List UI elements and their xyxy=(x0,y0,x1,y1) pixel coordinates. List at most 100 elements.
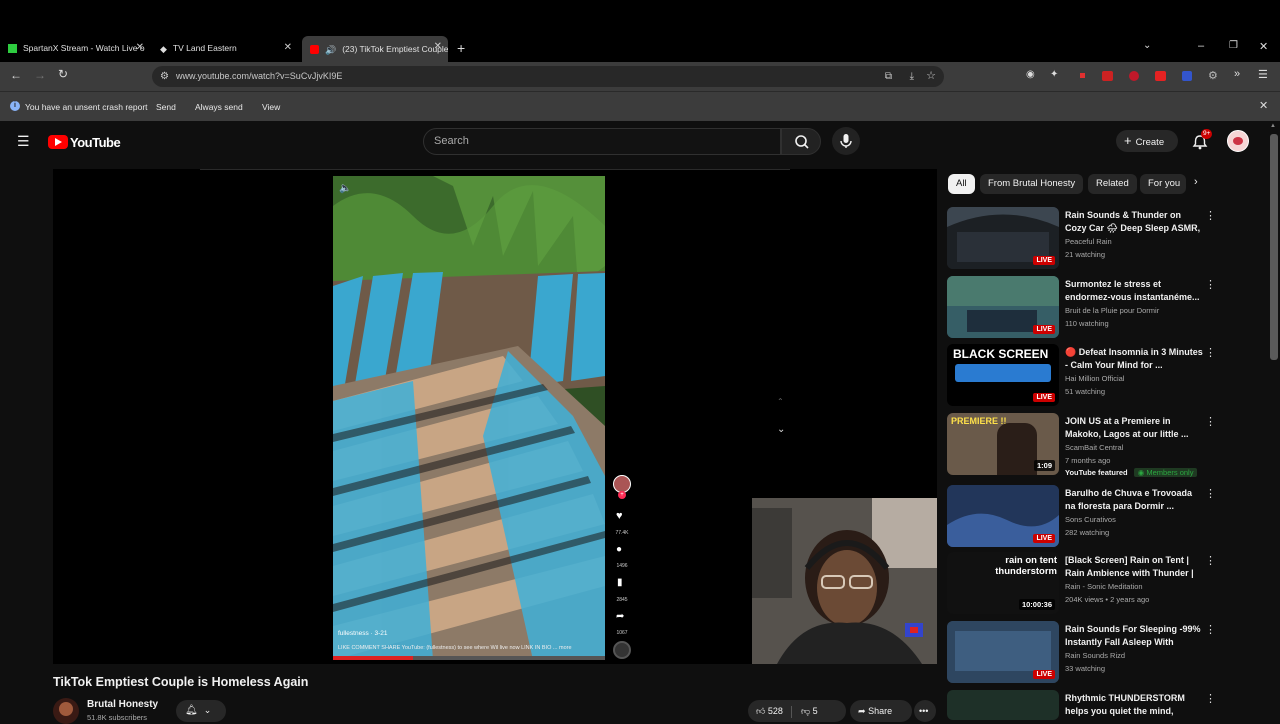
thumbs-up-icon: 👍︎ xyxy=(756,706,766,716)
recommendation-item[interactable]: LIVE Barulho de Chuva e Trovoada na flor… xyxy=(947,485,1222,547)
browser-menu-icon[interactable]: ☰ xyxy=(1258,68,1268,81)
recommendation-item[interactable]: PREMIERE !! 1:09 JOIN US at a Premiere i… xyxy=(947,413,1222,477)
extensions-puzzle-icon[interactable]: ✦ xyxy=(1050,69,1058,80)
music-disc-icon[interactable] xyxy=(613,641,631,659)
recommendation-item[interactable]: LIVE Surmontez le stress et endormez-vou… xyxy=(947,276,1222,338)
recommendation-item[interactable]: BLACK SCREEN LIVE 🔴 Defeat Insomnia in 3… xyxy=(947,344,1222,406)
extension-icon[interactable] xyxy=(1077,72,1087,80)
address-bar[interactable]: ⚙ www.youtube.com/watch?v=SuCvJjvKI9E ⧉ … xyxy=(152,66,944,87)
avatar[interactable] xyxy=(1227,130,1249,152)
hamburger-menu-icon[interactable]: ☰ xyxy=(17,133,30,150)
subscribed-button[interactable]: 🔔︎ ⌄ xyxy=(176,700,226,722)
restore-icon[interactable]: ❐ xyxy=(1229,40,1238,51)
youtube-logo[interactable]: YouTube xyxy=(48,134,121,150)
more-vertical-icon[interactable]: ⋮ xyxy=(1205,554,1216,567)
recommendation-item[interactable]: LIVE Rain Sounds For Sleeping -99% Insta… xyxy=(947,621,1222,683)
recommendation-meta: 21 watching xyxy=(1065,250,1106,259)
pallet-scene-image xyxy=(333,176,605,660)
chevron-down-icon: ⌄ xyxy=(203,705,212,715)
close-infobar-icon[interactable]: ✕ xyxy=(1259,99,1268,112)
more-extensions-icon[interactable]: » xyxy=(1234,68,1240,80)
tab-label: SpartanX Stream - Watch Live o xyxy=(23,43,145,53)
streamer-webcam xyxy=(752,498,937,664)
like-button[interactable]: 👍︎ 528 xyxy=(756,706,783,716)
tiktok-video-frame[interactable]: 🔈 fullestness · 3-21 LIKE COMMENT SHARE … xyxy=(333,176,605,660)
dislike-button[interactable]: 👎︎ 5 xyxy=(801,706,818,716)
comment-icon[interactable]: ● xyxy=(616,544,622,555)
heart-icon[interactable]: ♥ xyxy=(616,510,623,522)
share-icon: ➦ xyxy=(858,706,866,716)
live-badge: LIVE xyxy=(1033,393,1055,402)
bookmark-star-icon[interactable]: ☆ xyxy=(926,66,936,87)
extension-icon[interactable] xyxy=(1102,71,1113,81)
chevron-right-icon[interactable]: › xyxy=(1194,176,1198,188)
extension-icon[interactable] xyxy=(1129,71,1139,81)
scroll-up-icon[interactable]: ▲ xyxy=(1270,123,1276,129)
tiktok-share-count: 1067 xyxy=(616,630,628,636)
members-only-label: Members only xyxy=(1146,468,1194,477)
send-button[interactable]: Send xyxy=(156,99,176,115)
recommendation-item[interactable]: rain on tent thunderstorm 10:00:36 [Blac… xyxy=(947,552,1222,614)
chip-all[interactable]: All xyxy=(948,174,975,194)
recommendation-item[interactable]: LIVE Rain Sounds & Thunder on Cozy Car 🌧… xyxy=(947,207,1222,269)
close-tab-icon[interactable]: ✕ xyxy=(434,41,442,52)
recommendation-title: JOIN US at a Premiere in Makoko, Lagos a… xyxy=(1065,416,1189,439)
follow-plus-icon[interactable]: + xyxy=(618,491,626,499)
close-tab-icon[interactable]: ✕ xyxy=(284,42,292,53)
site-info-icon[interactable]: ⚙ xyxy=(160,66,169,87)
channel-avatar[interactable] xyxy=(53,698,79,724)
scroll-down-chevron-icon[interactable]: ⌄ xyxy=(777,424,785,435)
browser-tab[interactable]: ◆ TV Land Eastern ✕ xyxy=(152,37,298,59)
browser-tab-strip: SpartanX Stream - Watch Live o ✕ ◆ TV La… xyxy=(0,0,1280,62)
share-arrow-icon[interactable]: ➦ xyxy=(616,611,624,622)
tab-search-chevron-icon[interactable]: ⌄ xyxy=(1143,40,1151,51)
extension-icon[interactable] xyxy=(1155,71,1166,81)
back-icon[interactable]: ← xyxy=(10,68,22,82)
channel-name[interactable]: Brutal Honesty xyxy=(87,699,158,710)
share-button[interactable]: ➦ Share xyxy=(850,700,912,722)
volume-icon[interactable]: 🔈 xyxy=(339,183,351,194)
video-thumbnail: PREMIERE !! 1:09 xyxy=(947,413,1059,475)
minimize-icon[interactable]: – xyxy=(1198,40,1204,52)
more-vertical-icon[interactable]: ⋮ xyxy=(1205,209,1216,222)
bookmark-icon[interactable]: ▮ xyxy=(617,577,623,588)
more-vertical-icon[interactable]: ⋮ xyxy=(1205,278,1216,291)
chip-from-channel[interactable]: From Brutal Honesty xyxy=(980,174,1084,194)
extension-icon[interactable]: ⚙ xyxy=(1208,69,1218,82)
extension-icon[interactable] xyxy=(1182,71,1192,81)
search-input[interactable]: Search xyxy=(423,128,781,155)
pip-icon[interactable]: ⧉ xyxy=(885,66,892,87)
search-button[interactable] xyxy=(781,128,821,155)
recommendation-item[interactable]: Rhythmic THUNDERSTORM helps you quiet th… xyxy=(947,690,1222,720)
page-scrollbar[interactable] xyxy=(1270,134,1278,360)
scroll-up-chevron-icon[interactable]: ⌃ xyxy=(777,397,784,406)
new-tab-icon[interactable]: + xyxy=(457,40,465,56)
chip-related[interactable]: Related xyxy=(1088,174,1137,194)
recommendation-title: Rain Sounds & Thunder on Cozy Car 🌧 Deep… xyxy=(1065,210,1201,233)
more-vertical-icon[interactable]: ⋮ xyxy=(1205,346,1216,359)
browser-tab-active[interactable]: 🔊 (23) TikTok Emptiest Couple ✕ xyxy=(302,36,448,62)
search-placeholder: Search xyxy=(434,135,469,147)
forward-icon[interactable]: → xyxy=(34,68,46,82)
chip-for-you[interactable]: For you xyxy=(1140,174,1186,194)
tiktok-like-count: 77.4K xyxy=(615,530,629,536)
close-tab-icon[interactable]: ✕ xyxy=(136,42,144,53)
voice-search-button[interactable] xyxy=(832,127,860,155)
more-vertical-icon[interactable]: ⋮ xyxy=(1205,415,1216,428)
profile-icon[interactable]: ◉ xyxy=(1026,69,1035,80)
reload-icon[interactable]: ↻ xyxy=(58,67,68,81)
browser-tab[interactable]: SpartanX Stream - Watch Live o ✕ xyxy=(0,37,150,59)
more-actions-button[interactable]: ••• xyxy=(914,700,936,722)
more-vertical-icon[interactable]: ⋮ xyxy=(1205,623,1216,636)
infobar-message: You have an unsent crash report xyxy=(25,102,148,112)
more-vertical-icon[interactable]: ⋮ xyxy=(1205,487,1216,500)
create-button[interactable]: + Create xyxy=(1116,130,1178,152)
close-window-icon[interactable]: ✕ xyxy=(1259,40,1268,53)
thumbnail-text: PREMIERE !! xyxy=(951,416,1007,426)
streamer-image xyxy=(752,498,937,664)
install-icon[interactable]: ⤓ xyxy=(910,66,914,87)
notifications-button[interactable]: 9+ xyxy=(1190,129,1213,152)
view-button[interactable]: View xyxy=(262,99,280,115)
always-send-button[interactable]: Always send xyxy=(195,99,243,115)
more-vertical-icon[interactable]: ⋮ xyxy=(1205,692,1216,705)
